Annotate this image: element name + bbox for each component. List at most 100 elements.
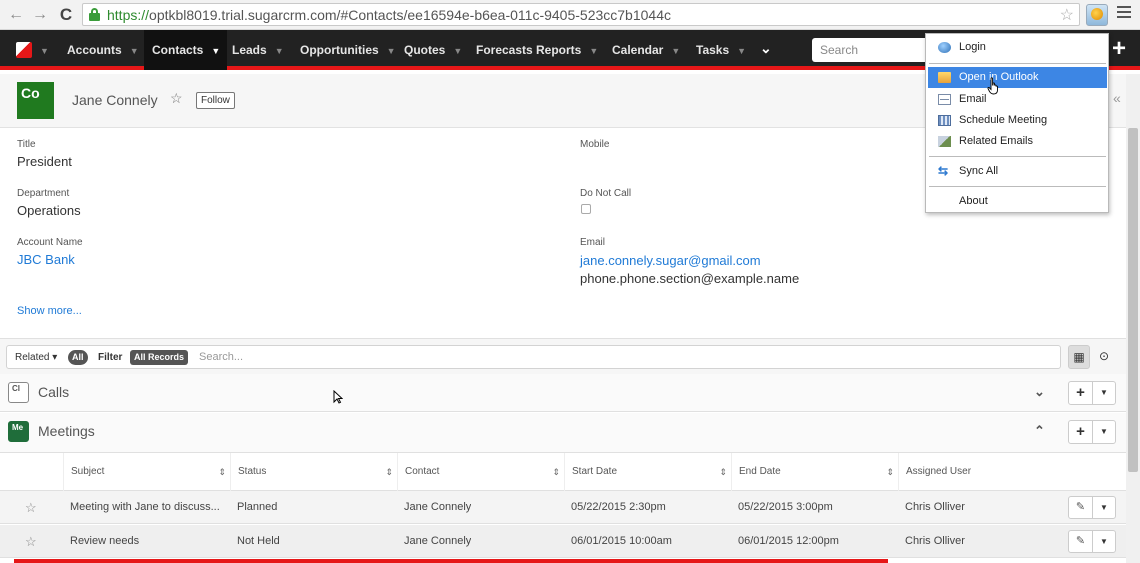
nav-label: Tasks bbox=[696, 43, 730, 57]
nav-label: Opportunities bbox=[300, 43, 379, 57]
column-subject[interactable]: Subject ⇕ bbox=[63, 453, 230, 491]
collapse-dashboard-icon[interactable]: « bbox=[1113, 90, 1121, 106]
edit-pencil-icon[interactable]: ✎ bbox=[1069, 531, 1093, 552]
calls-module-icon: Cl bbox=[8, 382, 29, 403]
chevron-down-icon: ▼ bbox=[453, 46, 463, 56]
menu-item-about[interactable]: About bbox=[928, 191, 1107, 212]
chevron-down-icon: ▼ bbox=[129, 46, 139, 56]
do-not-call-checkbox[interactable] bbox=[581, 204, 591, 214]
page-scrollbar[interactable] bbox=[1126, 74, 1140, 563]
meetings-actions-dropdown-icon[interactable]: ▼ bbox=[1093, 421, 1115, 443]
global-search-input[interactable]: Search bbox=[812, 38, 932, 62]
nav-accounts[interactable]: Accounts ▼ bbox=[57, 30, 149, 70]
sort-icon[interactable]: ⇕ bbox=[552, 453, 560, 491]
activity-stream-clock-icon[interactable]: ⊙ bbox=[1093, 345, 1115, 369]
sort-icon[interactable]: ⇕ bbox=[886, 453, 894, 491]
subpanel-search-input[interactable]: Search... bbox=[199, 351, 243, 363]
outlook-folder-icon bbox=[938, 72, 951, 83]
nav-opportunities[interactable]: Opportunities ▼ bbox=[300, 30, 396, 70]
sync-arrows-icon: ⇆ bbox=[938, 164, 949, 178]
column-assigned-user[interactable]: Assigned User bbox=[898, 453, 1060, 491]
all-modules-pill[interactable]: All bbox=[68, 350, 88, 365]
sort-icon[interactable]: ⇕ bbox=[218, 453, 226, 491]
favorite-star-icon[interactable]: ☆ bbox=[170, 90, 183, 107]
row-actions-dropdown-icon[interactable]: ▼ bbox=[1093, 531, 1115, 552]
subject-link[interactable]: Meeting with Jane to discuss... bbox=[70, 491, 225, 524]
all-records-filter-pill[interactable]: All Records bbox=[130, 350, 189, 365]
favorite-star-icon[interactable]: ☆ bbox=[25, 525, 37, 558]
related-label: Related bbox=[15, 352, 50, 363]
chevron-down-icon: ▼ bbox=[274, 46, 284, 56]
chevron-down-icon: ▼ bbox=[386, 46, 396, 56]
calls-subpanel-header[interactable]: Cl Calls ⌄ + ▼ bbox=[0, 374, 1126, 412]
favorite-star-icon[interactable]: ☆ bbox=[25, 491, 37, 524]
menu-item-related-emails[interactable]: Related Emails bbox=[928, 131, 1107, 152]
follow-button[interactable]: Follow bbox=[196, 92, 235, 109]
edit-pencil-icon[interactable]: ✎ bbox=[1069, 497, 1093, 518]
meetings-subpanel-header[interactable]: Me Meetings ⌃ + ▼ bbox=[0, 413, 1126, 453]
bookmark-star-icon[interactable]: ☆ bbox=[1060, 5, 1074, 25]
record-name[interactable]: Jane Connely bbox=[72, 92, 158, 108]
contact-link[interactable]: Jane Connely bbox=[404, 491, 471, 524]
nav-leads[interactable]: Leads ▼ bbox=[232, 30, 284, 70]
menu-item-email[interactable]: Email bbox=[928, 89, 1107, 110]
url-text[interactable]: https://optkbl8019.trial.sugarcrm.com/#C… bbox=[107, 7, 671, 23]
nav-reports[interactable]: Reports ▼ bbox=[536, 30, 598, 70]
url-path: optkbl8019.trial.sugarcrm.com/#Contacts/… bbox=[149, 7, 671, 23]
row-actions: ✎ ▼ bbox=[1068, 530, 1116, 553]
list-view-grid-icon[interactable]: ▦ bbox=[1068, 345, 1090, 369]
add-call-button[interactable]: + bbox=[1069, 382, 1093, 404]
sugar-logo-icon[interactable] bbox=[14, 40, 34, 60]
column-end-date[interactable]: End Date ⇕ bbox=[731, 453, 898, 491]
sugar-outlook-extension-icon[interactable] bbox=[1086, 4, 1108, 26]
calls-title: Calls bbox=[38, 384, 70, 400]
account-name-link[interactable]: JBC Bank bbox=[17, 252, 75, 267]
sort-icon[interactable]: ⇕ bbox=[385, 453, 393, 491]
subject-link[interactable]: Review needs bbox=[70, 525, 225, 558]
assigned-user-link[interactable]: Chris Olliver bbox=[905, 525, 965, 558]
expand-chevron-down-icon[interactable]: ⌄ bbox=[1034, 384, 1045, 400]
column-label: Status bbox=[238, 466, 267, 477]
department-value[interactable]: Operations bbox=[17, 203, 81, 218]
address-bar[interactable]: https://optkbl8019.trial.sugarcrm.com/#C… bbox=[82, 3, 1080, 26]
nav-quotes[interactable]: Quotes ▼ bbox=[404, 30, 462, 70]
reload-icon[interactable]: C bbox=[56, 5, 76, 25]
show-more-link[interactable]: Show more... bbox=[17, 305, 82, 317]
footer-accent-bar bbox=[14, 559, 888, 563]
quick-create-plus-icon[interactable]: + bbox=[1112, 37, 1126, 61]
menu-item-schedule-meeting[interactable]: Schedule Meeting bbox=[928, 110, 1107, 131]
title-value[interactable]: President bbox=[17, 154, 72, 169]
forward-arrow-icon[interactable]: → bbox=[30, 5, 50, 25]
add-meeting-button[interactable]: + bbox=[1069, 421, 1093, 443]
status-cell: Planned bbox=[237, 501, 278, 513]
menu-item-sync-all[interactable]: ⇆ Sync All bbox=[928, 161, 1107, 182]
column-start-date[interactable]: Start Date ⇕ bbox=[564, 453, 731, 491]
nav-tasks[interactable]: Tasks ▼ bbox=[696, 30, 746, 70]
more-modules-chevron-icon[interactable]: ⌄ bbox=[760, 40, 772, 57]
nav-label: Leads bbox=[232, 43, 267, 57]
column-status[interactable]: Status ⇕ bbox=[230, 453, 397, 491]
menu-item-open-in-outlook[interactable]: Open in Outlook bbox=[928, 67, 1107, 88]
calendar-icon bbox=[938, 115, 951, 126]
row-actions: ✎ ▼ bbox=[1068, 496, 1116, 519]
calls-actions-dropdown-icon[interactable]: ▼ bbox=[1093, 382, 1115, 404]
hamburger-menu-icon[interactable] bbox=[1117, 6, 1131, 20]
scrollbar-thumb[interactable] bbox=[1128, 128, 1138, 472]
row-actions-dropdown-icon[interactable]: ▼ bbox=[1093, 497, 1115, 518]
nav-calendar[interactable]: Calendar ▼ bbox=[612, 30, 680, 70]
assigned-user-link[interactable]: Chris Olliver bbox=[905, 491, 965, 524]
back-arrow-icon[interactable]: ← bbox=[6, 5, 26, 25]
menu-item-login[interactable]: Login bbox=[928, 37, 1107, 58]
column-contact[interactable]: Contact ⇕ bbox=[397, 453, 564, 491]
primary-email-link[interactable]: jane.connely.sugar@gmail.com bbox=[580, 253, 761, 268]
secondary-email[interactable]: phone.phone.section@example.name bbox=[580, 271, 799, 286]
nav-forecasts[interactable]: Forecasts bbox=[476, 30, 533, 70]
browser-toolbar: ← → C https://optkbl8019.trial.sugarcrm.… bbox=[0, 0, 1140, 30]
menu-divider bbox=[929, 186, 1106, 187]
logo-caret[interactable]: ▼ bbox=[36, 30, 49, 70]
contact-link[interactable]: Jane Connely bbox=[404, 525, 471, 558]
related-dropdown[interactable]: Related ▾ bbox=[15, 352, 57, 363]
sort-icon[interactable]: ⇕ bbox=[719, 453, 727, 491]
collapse-chevron-up-icon[interactable]: ⌃ bbox=[1034, 423, 1045, 439]
nav-contacts[interactable]: Contacts ▼ bbox=[144, 30, 227, 70]
